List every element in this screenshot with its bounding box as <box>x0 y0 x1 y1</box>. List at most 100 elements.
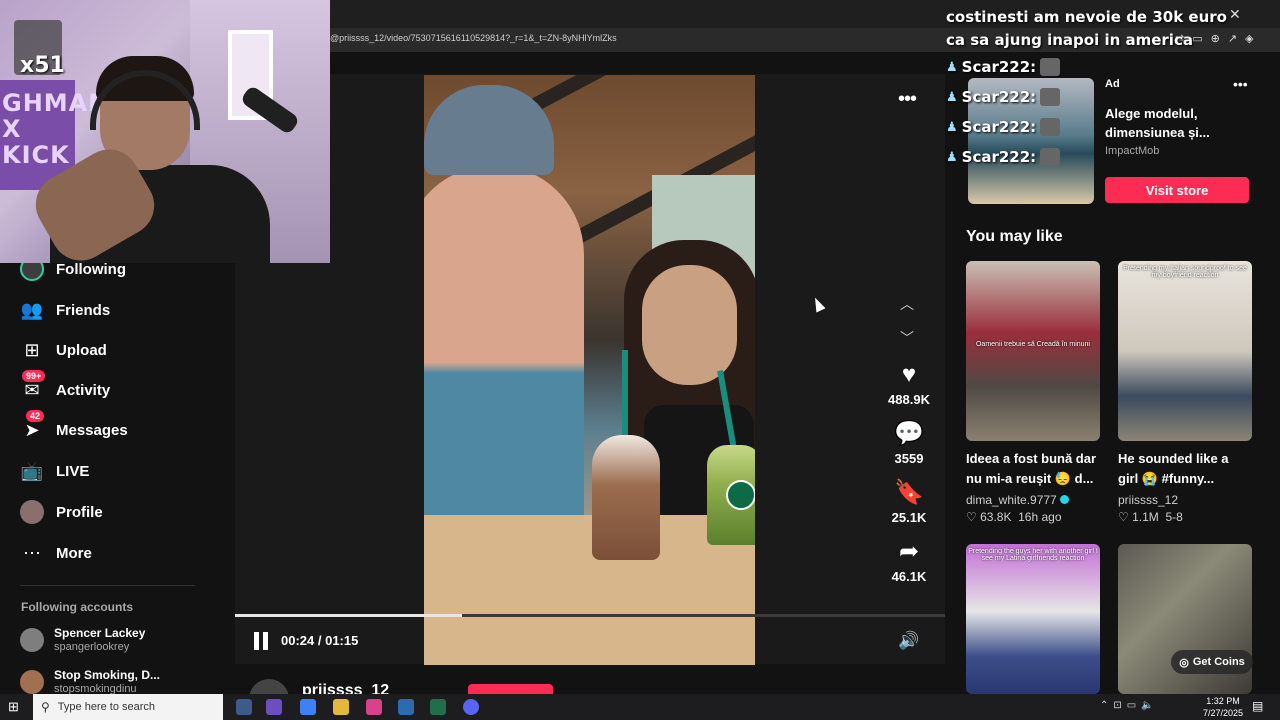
taskbar-search-input[interactable]: ⚲ Type here to search <box>33 694 223 720</box>
sidebar-item-upload[interactable]: ⊞ Upload <box>20 337 107 363</box>
url-text[interactable]: @priissss_12/video/7530715616110529814?_… <box>330 33 617 43</box>
thumbnail-caption: Oamenii trebuie să Creadă în minuni <box>975 341 1090 348</box>
sidebar-item-label: LIVE <box>56 462 90 480</box>
following-account[interactable]: Spencer Lackey spangerlookrey <box>20 626 145 654</box>
messages-badge: 42 <box>26 410 45 422</box>
recommendation-card[interactable]: Pretending my Italian soundproof to see … <box>1118 261 1252 524</box>
recommendation-likes: ♡ 1.1M <box>1118 510 1159 524</box>
recommendation-card[interactable]: Pretending the guys her with another gir… <box>966 544 1100 694</box>
app-icon[interactable] <box>300 699 316 715</box>
chat-username: Scar222: <box>961 88 1037 106</box>
get-coins-button[interactable]: ◎ Get Coins <box>1171 650 1253 674</box>
ad-more-icon[interactable]: ••• <box>1233 76 1248 92</box>
recommendation-thumbnail[interactable]: Pretending the guys her with another gir… <box>966 544 1100 694</box>
recommendation-stats: ♡ 63.8K 16h ago <box>966 510 1100 524</box>
author-name[interactable]: priissss_12 <box>302 682 389 694</box>
video-frame[interactable] <box>424 75 755 665</box>
close-icon[interactable]: ✕ <box>1229 6 1241 23</box>
sidebar-item-more[interactable]: ⋯ More <box>20 540 92 566</box>
save-count: 25.1K <box>891 510 927 525</box>
sidebar-item-label: Following <box>56 260 126 278</box>
sidebar-item-profile[interactable]: Profile <box>20 499 103 525</box>
more-options-icon[interactable]: ••• <box>898 88 917 111</box>
playback-time: 00:24 / 01:15 <box>281 633 359 648</box>
you-may-like-title: You may like <box>966 228 1063 245</box>
messages-icon: ➤ 42 <box>20 410 45 442</box>
sidebar-item-friends[interactable]: 👥 Friends <box>20 297 110 323</box>
chevron-up-icon[interactable]: ⌃ <box>1100 700 1108 711</box>
author-avatar[interactable] <box>249 679 289 694</box>
file-explorer-icon[interactable] <box>333 699 349 715</box>
sidebar-item-label: Friends <box>56 301 111 319</box>
sidebar-item-label: Upload <box>56 341 107 359</box>
comment-button[interactable]: 💬 3559 <box>880 421 938 467</box>
search-placeholder: Type here to search <box>57 701 156 713</box>
upload-icon: ⊞ <box>24 339 40 360</box>
sidebar-item-label: Messages <box>56 421 128 439</box>
screen: @priissss_12/video/7530715616110529814?_… <box>0 0 1280 720</box>
recommendation-title[interactable]: Ideea a fost bună dar nu mi-a reușit 😓 d… <box>966 449 1100 489</box>
browser-icon[interactable] <box>366 699 382 715</box>
app-icon[interactable] <box>266 699 282 715</box>
follow-button[interactable] <box>468 684 553 694</box>
speaker-icon[interactable]: 🔈 <box>1141 700 1153 711</box>
share-button[interactable]: ➦ 46.1K <box>880 538 938 585</box>
share-arrow-icon: ➦ <box>898 538 920 565</box>
chevron-up-icon[interactable]: ︿ <box>900 294 914 314</box>
chat-line: ♟ Scar222: <box>946 118 1061 136</box>
recommendation-card[interactable]: Oamenii trebuie să Creadă în minuni Idee… <box>966 261 1100 524</box>
app-icon[interactable] <box>430 699 446 715</box>
emote-icon <box>1040 118 1061 136</box>
recommendation-author-row[interactable]: dima_white.9777 <box>966 493 1100 507</box>
like-button[interactable]: ♥ 488.9K <box>880 362 938 408</box>
recommendation-author: dima_white.9777 <box>966 493 1057 507</box>
chat-username: Scar222: <box>961 118 1037 136</box>
ad-title[interactable]: Alege modelul, dimensiunea și... <box>1105 104 1245 142</box>
notification-icon[interactable]: ▤ <box>1252 699 1263 713</box>
save-button[interactable]: 🔖 25.1K <box>880 479 938 526</box>
recommendation-thumbnail[interactable]: Pretending my Italian soundproof to see … <box>1118 261 1252 441</box>
bookmark-icon: 🔖 <box>894 479 924 506</box>
extension-icon[interactable]: ◈ <box>1245 32 1253 45</box>
sidebar-item-live[interactable]: 📺 LIVE <box>20 458 90 484</box>
sidebar-divider <box>20 585 195 586</box>
comment-count: 3559 <box>894 451 924 466</box>
pause-button[interactable] <box>254 632 272 650</box>
progress-fill <box>235 614 463 617</box>
video-table <box>424 515 755 665</box>
taskbar-clock[interactable]: 1:32 PM 7/27/2025 <box>1198 695 1248 719</box>
clock-time: 1:32 PM <box>1206 696 1240 706</box>
windows-start-icon[interactable]: ⊞ <box>8 699 19 715</box>
task-view-icon[interactable] <box>236 699 252 715</box>
network-icon[interactable]: ⊡ <box>1113 700 1121 711</box>
recommendation-title[interactable]: He sounded like a girl 😭 #funny... <box>1118 449 1252 489</box>
recommendation-author[interactable]: priissss_12 <box>1118 493 1252 507</box>
following-account[interactable]: Stop Smoking, D... stopsmokingdinu <box>20 668 160 696</box>
emote-icon <box>1040 148 1061 166</box>
system-tray: ⌃ ⊡ ▭ 🔈 <box>1100 700 1154 711</box>
recommendation-stats: ♡ 1.1M 5-8 <box>1118 510 1252 524</box>
activity-badge: 99+ <box>22 370 46 382</box>
get-coins-label: Get Coins <box>1192 656 1245 668</box>
chat-message: costinesti am nevoie de 30k euro ca sa a… <box>946 8 1227 49</box>
steam-icon[interactable] <box>398 699 414 715</box>
account-avatar <box>20 670 44 694</box>
sidebar-item-activity[interactable]: ✉ 99+ Activity <box>20 370 110 403</box>
video-woman-face <box>642 265 737 385</box>
ad-label: Ad <box>1105 78 1120 90</box>
recommendation-thumbnail[interactable]: Oamenii trebuie să Creadă în minuni <box>966 261 1100 441</box>
chevron-down-icon[interactable]: ﹀ <box>900 328 914 348</box>
search-icon: ⚲ <box>41 700 50 714</box>
like-count: 488.9K <box>888 392 930 407</box>
sidebar-item-messages[interactable]: ➤ 42 Messages <box>20 410 128 443</box>
chat-line: ♟ Scar222: <box>946 88 1061 106</box>
volume-icon[interactable]: 🔊 <box>898 631 919 651</box>
user-icon: ♟ <box>946 59 958 75</box>
discord-icon[interactable] <box>463 699 479 715</box>
chat-username: Scar222: <box>961 148 1037 166</box>
starbucks-logo-icon <box>726 480 755 510</box>
battery-icon[interactable]: ▭ <box>1127 700 1136 711</box>
visit-store-button[interactable]: Visit store <box>1105 177 1249 203</box>
clock-date: 7/27/2025 <box>1202 708 1244 718</box>
progress-bar[interactable] <box>235 614 945 617</box>
